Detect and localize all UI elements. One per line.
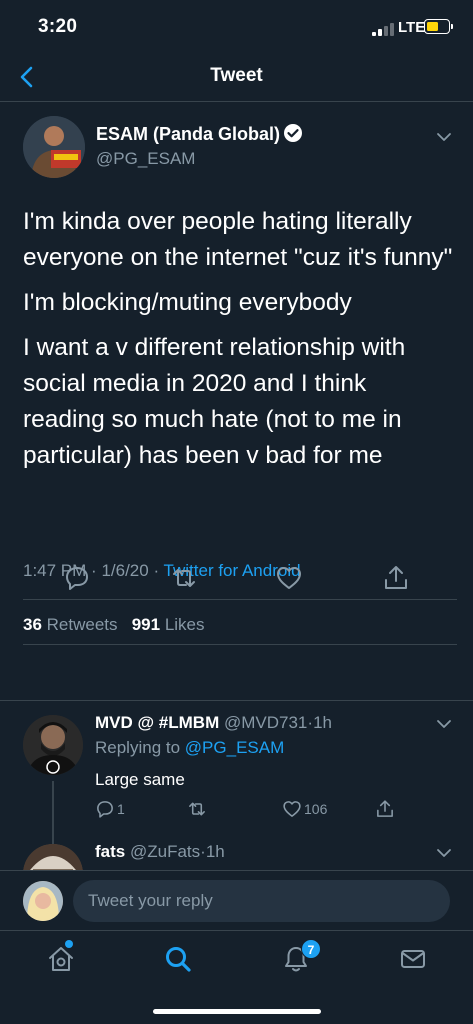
reply-reply-button[interactable]: 1 xyxy=(95,799,125,819)
reply-avatar[interactable] xyxy=(23,844,83,870)
reply-author-name: fats xyxy=(95,842,126,861)
reply-text: Large same xyxy=(95,770,185,789)
reply-author-handle: @MVD731 xyxy=(223,713,308,732)
likes-count: 991 xyxy=(131,615,161,634)
notifications-badge: 7 xyxy=(301,939,321,959)
reply-share-button[interactable] xyxy=(375,799,395,819)
nav-bar: Tweet xyxy=(0,52,473,102)
share-icon[interactable] xyxy=(382,564,410,592)
reply-author-name: MVD @ #LMBM xyxy=(95,713,220,732)
tweet-paragraph: I want a v different relationship with s… xyxy=(23,334,406,469)
status-bar: 3:20 LTE xyxy=(0,0,473,52)
divider xyxy=(23,644,457,645)
home-indicator[interactable] xyxy=(153,1009,321,1014)
author-avatar[interactable] xyxy=(23,116,85,178)
reply-composer xyxy=(0,870,473,930)
retweets-label: Retweets xyxy=(46,615,118,634)
author-handle[interactable]: @PG_ESAM xyxy=(96,149,195,169)
battery-cap xyxy=(451,24,453,29)
divider xyxy=(0,700,473,701)
tweet-paragraph: I'm kinda over people hating literally e… xyxy=(23,208,453,271)
reply-author[interactable]: MVD @ #LMBM @MVD731·1h xyxy=(95,713,332,733)
divider xyxy=(23,599,457,600)
chevron-down-icon[interactable] xyxy=(436,132,452,142)
verified-badge-icon xyxy=(284,124,302,142)
battery-icon xyxy=(424,19,450,34)
likes-stat[interactable]: 991 Likes xyxy=(132,615,205,634)
reply-retweet-button[interactable] xyxy=(187,799,209,819)
reply-avatar[interactable] xyxy=(23,715,83,775)
search-icon[interactable] xyxy=(163,944,193,974)
replying-to-mention[interactable]: @PG_ESAM xyxy=(185,738,284,757)
signal-strength-icon xyxy=(372,22,396,36)
home-unread-dot xyxy=(65,940,73,948)
reply-like-button[interactable]: 106 xyxy=(282,799,327,819)
retweets-count: 36 xyxy=(23,615,42,634)
heart-icon[interactable] xyxy=(275,564,303,592)
author-name[interactable]: ESAM (Panda Global) xyxy=(96,124,280,145)
tab-bar: 7 xyxy=(0,930,473,1024)
reply-input[interactable] xyxy=(73,880,450,922)
my-avatar[interactable] xyxy=(23,881,63,921)
heart-icon xyxy=(283,801,301,817)
reply-author[interactable]: fats @ZuFats·1h xyxy=(95,842,225,862)
retweet-icon xyxy=(189,802,205,816)
replying-to-label: Replying to xyxy=(95,738,181,757)
retweet-icon[interactable] xyxy=(170,564,198,592)
tweet-text: I'm kinda over people hating literally e… xyxy=(23,204,453,483)
network-type: LTE xyxy=(398,19,426,36)
reply-icon[interactable] xyxy=(63,564,91,592)
share-icon xyxy=(377,800,393,817)
replying-to: Replying to @PG_ESAM xyxy=(95,738,284,758)
home-icon[interactable] xyxy=(46,944,76,974)
mail-icon[interactable] xyxy=(398,944,428,974)
tweet-paragraph: I'm blocking/muting everybody xyxy=(23,289,352,316)
likes-label: Likes xyxy=(164,615,205,634)
tweet-actions xyxy=(0,556,473,592)
chevron-down-icon[interactable] xyxy=(436,848,452,858)
reply-time: 1h xyxy=(205,842,225,861)
reply-time: 1h xyxy=(313,713,332,732)
reply-actions: 1 106 xyxy=(0,799,473,823)
reply-item[interactable]: fats @ZuFats·1h xyxy=(0,840,473,870)
tweet-stats: 36 Retweets 991 Likes xyxy=(23,615,205,635)
status-time: 3:20 xyxy=(38,16,78,37)
chevron-down-icon[interactable] xyxy=(436,719,452,729)
reply-author-handle: @ZuFats xyxy=(129,842,201,861)
reply-icon xyxy=(97,801,113,818)
retweets-stat[interactable]: 36 Retweets xyxy=(23,615,118,634)
reply-count: 1 xyxy=(117,801,125,817)
page-title: Tweet xyxy=(210,65,263,86)
like-count: 106 xyxy=(304,801,328,817)
